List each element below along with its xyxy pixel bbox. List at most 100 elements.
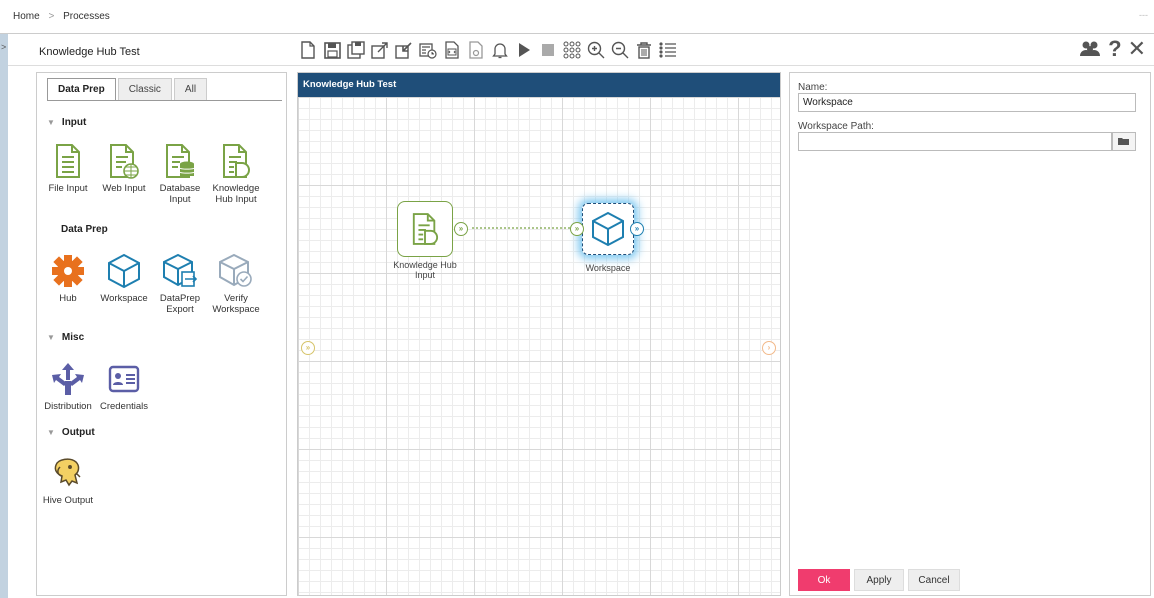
palette-tabs: Data Prep Classic All <box>47 78 209 100</box>
connector-layer <box>472 227 570 229</box>
tool-workspace[interactable]: Workspace <box>95 249 153 304</box>
stop-icon[interactable] <box>538 40 558 60</box>
breadcrumb-home[interactable]: Home <box>13 11 40 22</box>
top-bar-dash: --- <box>1139 10 1148 20</box>
section-data-prep: Data Prep <box>61 224 108 235</box>
schedule-icon[interactable] <box>418 40 438 60</box>
tool-label: Hub <box>59 293 77 304</box>
expand-chevron-icon[interactable]: > <box>1 42 6 52</box>
properties-panel: Name: Workspace Path: Ok Apply Cancel <box>789 72 1151 596</box>
knowledge-hub-input-icon <box>412 213 439 245</box>
node-knowledge-hub-box[interactable] <box>397 201 453 257</box>
breadcrumb: Home > Processes <box>13 11 110 22</box>
web-input-icon <box>95 139 153 183</box>
breadcrumb-separator: > <box>48 11 55 22</box>
tab-classic[interactable]: Classic <box>117 78 172 100</box>
tool-label: Verify Workspace <box>212 293 260 315</box>
folder-open-icon[interactable] <box>1112 132 1136 151</box>
zoom-in-icon[interactable] <box>586 40 606 60</box>
zoom-out-icon[interactable] <box>610 40 630 60</box>
hive-elephant-icon <box>39 451 97 495</box>
save-icon[interactable] <box>322 40 342 60</box>
tool-dataprep-export[interactable]: DataPrep Export <box>151 249 209 315</box>
tool-hub[interactable]: Hub <box>39 249 97 304</box>
process-title: Knowledge Hub Test <box>39 46 140 58</box>
canvas-start-port[interactable]: » <box>301 341 315 355</box>
section-misc[interactable]: ▼ Misc <box>47 332 84 343</box>
knowledge-hub-input-icon <box>207 139 265 183</box>
users-icon[interactable] <box>1078 39 1102 59</box>
collapse-caret-icon: ▼ <box>47 118 55 127</box>
tool-label: Knowledge Hub Input <box>212 183 260 205</box>
tool-knowledge-hub-input[interactable]: Knowledge Hub Input <box>207 139 265 205</box>
verify-workspace-icon <box>207 249 265 293</box>
canvas-grid[interactable]: Knowledge Hub Input » Workspace » » » › <box>298 97 780 595</box>
ok-button[interactable]: Ok <box>798 569 850 591</box>
node-output-port[interactable]: » <box>630 222 644 236</box>
tool-label: Distribution <box>44 401 92 412</box>
tool-label: Hive Output <box>42 495 94 506</box>
node-input-port[interactable]: » <box>570 222 584 236</box>
cancel-button[interactable]: Cancel <box>908 569 960 591</box>
alert-bell-icon[interactable] <box>490 40 510 60</box>
node-workspace[interactable]: Workspace <box>563 203 653 273</box>
close-icon[interactable]: ✕ <box>1128 38 1146 60</box>
tool-label: Web Input <box>102 183 146 194</box>
canvas-end-port[interactable]: › <box>762 341 776 355</box>
node-label: Knowledge Hub Input <box>393 260 457 280</box>
list-icon[interactable] <box>658 40 678 60</box>
main-toolbar <box>298 38 678 62</box>
section-input[interactable]: ▼ Input <box>47 117 86 128</box>
name-label: Name: <box>798 82 828 93</box>
title-bar-actions: ? ✕ <box>1078 38 1146 60</box>
tool-database-input[interactable]: Database Input <box>151 139 209 205</box>
breadcrumb-current: Processes <box>63 11 110 22</box>
process-canvas: Knowledge Hub Test Knowledge Hub Input » … <box>297 72 781 596</box>
settings-doc-icon[interactable] <box>466 40 486 60</box>
new-icon[interactable] <box>298 40 318 60</box>
tool-palette: Data Prep Classic All ▼ Input File Input … <box>36 72 287 596</box>
help-icon[interactable]: ? <box>1108 38 1121 60</box>
tabs-divider <box>47 100 282 101</box>
collapse-caret-icon: ▼ <box>47 333 55 342</box>
dataprep-export-icon <box>151 249 209 293</box>
export-icon[interactable] <box>370 40 390 60</box>
workspace-cube-icon <box>592 211 624 247</box>
tool-hive-output[interactable]: Hive Output <box>39 451 97 506</box>
tool-distribution[interactable]: Distribution <box>39 357 97 412</box>
tool-file-input[interactable]: File Input <box>39 139 97 194</box>
process-title-bar: Knowledge Hub Test ? ✕ <box>8 34 1154 66</box>
run-icon[interactable] <box>514 40 534 60</box>
apply-button[interactable]: Apply <box>854 569 904 591</box>
tool-label: Database Input <box>159 183 201 205</box>
section-output[interactable]: ▼ Output <box>47 427 95 438</box>
save-as-icon[interactable] <box>346 40 366 60</box>
node-workspace-box[interactable] <box>582 203 634 255</box>
import-icon[interactable] <box>394 40 414 60</box>
distribution-arrows-icon <box>39 357 97 401</box>
top-bar: Home > Processes --- <box>0 0 1154 34</box>
tool-web-input[interactable]: Web Input <box>95 139 153 194</box>
tool-verify-workspace[interactable]: Verify Workspace <box>207 249 265 315</box>
file-input-icon <box>39 139 97 183</box>
section-input-label: Input <box>61 117 87 128</box>
tool-label: Credentials <box>99 401 149 412</box>
credentials-card-icon <box>95 357 153 401</box>
collapse-caret-icon: ▼ <box>47 428 55 437</box>
tab-data-prep[interactable]: Data Prep <box>47 78 116 100</box>
grid-icon[interactable] <box>562 40 582 60</box>
hub-gear-icon <box>39 249 97 293</box>
tool-label: File Input <box>48 183 88 194</box>
script-icon[interactable] <box>442 40 462 60</box>
tool-label: Workspace <box>100 293 148 304</box>
workspace-path-label: Workspace Path: <box>798 121 874 132</box>
node-knowledge-hub-input[interactable]: Knowledge Hub Input <box>380 201 470 280</box>
tab-all[interactable]: All <box>173 78 208 100</box>
delete-icon[interactable] <box>634 40 654 60</box>
workspace-cube-icon <box>95 249 153 293</box>
name-input[interactable] <box>798 93 1136 112</box>
tool-credentials[interactable]: Credentials <box>95 357 153 412</box>
node-output-port[interactable]: » <box>454 222 468 236</box>
left-collapsed-rail[interactable]: > <box>0 34 8 598</box>
workspace-path-input[interactable] <box>798 132 1112 151</box>
